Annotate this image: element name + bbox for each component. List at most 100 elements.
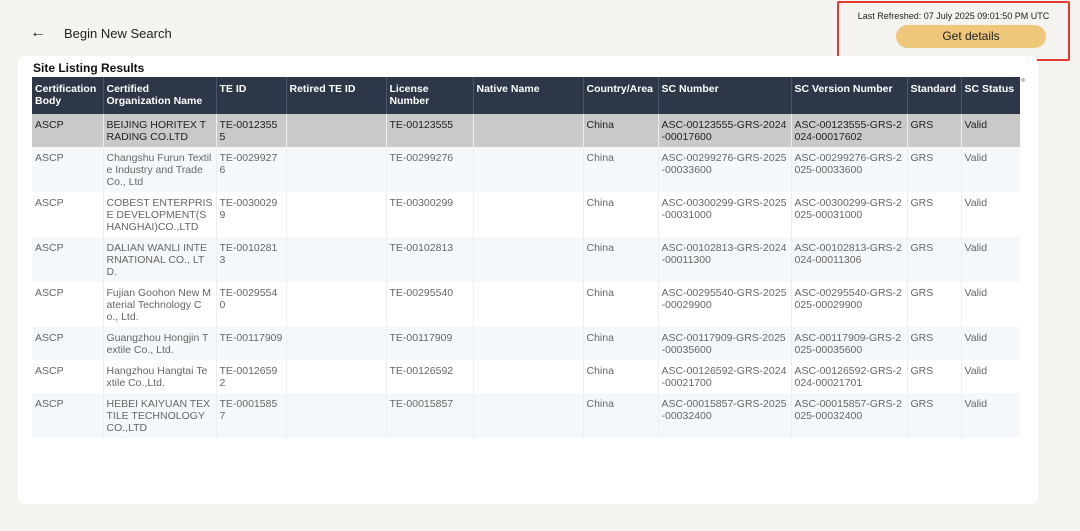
table-cell: ASC-00299276-GRS-2025-00033600 (658, 147, 792, 192)
table-cell: ASCP (32, 147, 104, 192)
table-cell: ASC-00102813-GRS-2024-00011300 (658, 237, 792, 282)
table-row[interactable]: ASCP Hangzhou Hangtai Textile Co.,Ltd. TE-… (32, 360, 1020, 393)
column-header[interactable]: Standard (907, 77, 962, 114)
table-cell: TE-00015857 (386, 393, 474, 438)
table-header-row: Certification Body Certified Organization… (32, 77, 1020, 114)
table-cell: ASC-00300299-GRS-2025-00031000 (791, 192, 908, 237)
table-cell: TE-00123555 (216, 114, 287, 147)
table-cell: GRS (907, 147, 962, 192)
table-cell: ASC-00015857-GRS-2025-00032400 (658, 393, 792, 438)
column-header[interactable]: SC Number (658, 77, 792, 114)
table-cell: China (583, 327, 659, 360)
table-cell: TE-00300299 (216, 192, 287, 237)
table-row[interactable]: ASCP COBEST ENTERPRISE DEVELOPMENT(SHANGH… (32, 192, 1020, 237)
table-cell: GRS (907, 360, 962, 393)
table-row[interactable]: ASCP HEBEI KAIYUAN TEXTILE TECHNOLOGY CO.… (32, 393, 1020, 438)
table-cell: ASCP (32, 192, 104, 237)
table-cell: ASC-00123555-GRS-2024-00017600 (658, 114, 792, 147)
table-cell (473, 237, 584, 282)
table-cell: TE-00126592 (216, 360, 287, 393)
top-nav: ← Begin New Search (30, 24, 172, 42)
get-details-button[interactable]: Get details (896, 25, 1046, 48)
table-cell (286, 237, 387, 282)
table-cell (286, 282, 387, 327)
table-cell: GRS (907, 282, 962, 327)
table-cell: China (583, 147, 659, 192)
results-table-scroll[interactable]: Certification Body Certified Organization… (32, 77, 1020, 488)
table-cell (286, 192, 387, 237)
table-cell: ASC-00299276-GRS-2025-00033600 (791, 147, 908, 192)
table-cell: GRS (907, 237, 962, 282)
table-cell: China (583, 393, 659, 438)
table-cell: HEBEI KAIYUAN TEXTILE TECHNOLOGY CO.,LTD (103, 393, 217, 438)
table-cell: ASC-00126592-GRS-2024-00021701 (791, 360, 908, 393)
table-cell: ASC-00015857-GRS-2025-00032400 (791, 393, 908, 438)
column-header[interactable]: Certified Organization Name (103, 77, 217, 114)
column-header[interactable]: Retired TE ID (286, 77, 387, 114)
table-cell: TE-00117909 (386, 327, 474, 360)
table-cell: GRS (907, 114, 962, 147)
table-cell: ASC-00295540-GRS-2025-00029900 (791, 282, 908, 327)
column-header[interactable]: Country/Area (583, 77, 659, 114)
begin-new-search-link[interactable]: Begin New Search (64, 26, 172, 41)
table-row[interactable]: ASCP Guangzhou Hongjin Textile Co., Ltd. T… (32, 327, 1020, 360)
table-cell (473, 114, 584, 147)
table-cell: China (583, 114, 659, 147)
results-card: Site Listing Results Certification Body C… (18, 56, 1038, 504)
table-cell (473, 327, 584, 360)
table-row[interactable]: ASCP DALIAN WANLI INTERNATIONAL CO., LTD.… (32, 237, 1020, 282)
table-row[interactable]: ASCP Changshu Furun Textile Industry and … (32, 147, 1020, 192)
table-cell: TE-00126592 (386, 360, 474, 393)
table-cell: Hangzhou Hangtai Textile Co.,Ltd. (103, 360, 217, 393)
table-cell: ASC-00300299-GRS-2025-00031000 (658, 192, 792, 237)
table-cell: COBEST ENTERPRISE DEVELOPMENT(SHANGHAI)C… (103, 192, 217, 237)
table-cell: TE-00295540 (386, 282, 474, 327)
table-cell: Changshu Furun Textile Industry and Trad… (103, 147, 217, 192)
table-cell: ASCP (32, 114, 104, 147)
table-cell: Valid (961, 327, 1020, 360)
table-cell (473, 147, 584, 192)
back-arrow-icon[interactable]: ← (30, 24, 50, 42)
table-cell: TE-00299276 (216, 147, 287, 192)
table-cell: China (583, 282, 659, 327)
results-table: Certification Body Certified Organization… (32, 77, 1020, 438)
table-cell (473, 393, 584, 438)
table-cell: ASC-00102813-GRS-2024-00011306 (791, 237, 908, 282)
column-header[interactable]: Native Name (473, 77, 584, 114)
table-cell: Valid (961, 114, 1020, 147)
table-row[interactable]: ASCP Fujian Goohon New Material Technolog… (32, 282, 1020, 327)
column-header[interactable]: License Number (386, 77, 474, 114)
table-cell: Valid (961, 360, 1020, 393)
table-cell: Fujian Goohon New Material Technology Co… (103, 282, 217, 327)
table-cell: GRS (907, 393, 962, 438)
table-cell: BEIJING HORITEX TRADING CO.LTD (103, 114, 217, 147)
last-refreshed-text: Last Refreshed: 07 July 2025 09:01:50 PM… (857, 11, 1050, 21)
table-cell: Valid (961, 147, 1020, 192)
column-header[interactable]: SC Status (961, 77, 1020, 114)
table-cell: ASCP (32, 282, 104, 327)
table-cell: ASC-00123555-GRS-2024-00017602 (791, 114, 908, 147)
scrollbar-indicator[interactable] (1021, 78, 1025, 82)
table-cell: DALIAN WANLI INTERNATIONAL CO., LTD. (103, 237, 217, 282)
column-header[interactable]: SC Version Number (791, 77, 908, 114)
table-cell: TE-00295540 (216, 282, 287, 327)
table-cell: ASC-00117909-GRS-2025-00035600 (791, 327, 908, 360)
table-cell (473, 282, 584, 327)
table-cell: Guangzhou Hongjin Textile Co., Ltd. (103, 327, 217, 360)
table-cell: TE-00117909 (216, 327, 287, 360)
table-cell: ASCP (32, 393, 104, 438)
column-header[interactable]: Certification Body (32, 77, 104, 114)
table-cell: TE-00102813 (216, 237, 287, 282)
table-cell: TE-00015857 (216, 393, 287, 438)
table-row[interactable]: ASCP BEIJING HORITEX TRADING CO.LTD TE-001… (32, 114, 1020, 147)
table-cell: TE-00102813 (386, 237, 474, 282)
results-title: Site Listing Results (33, 61, 145, 75)
table-cell (286, 147, 387, 192)
table-cell: GRS (907, 327, 962, 360)
table-cell: China (583, 192, 659, 237)
table-cell: TE-00299276 (386, 147, 474, 192)
table-cell: ASCP (32, 360, 104, 393)
table-cell: ASCP (32, 327, 104, 360)
table-cell (473, 192, 584, 237)
column-header[interactable]: TE ID (216, 77, 287, 114)
